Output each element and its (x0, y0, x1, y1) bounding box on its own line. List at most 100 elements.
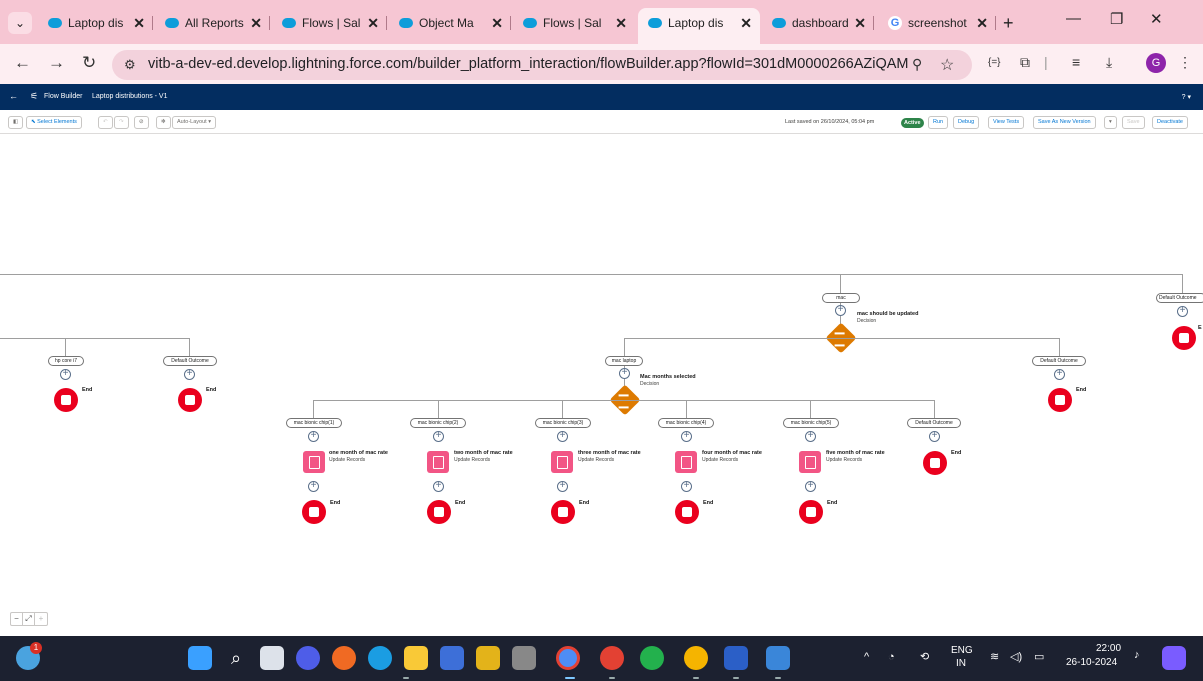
settings-gear-icon[interactable]: ✻ (156, 116, 171, 129)
save-button[interactable]: Save (1122, 116, 1145, 129)
deactivate-button[interactable]: Deactivate (1152, 116, 1188, 129)
add-element-icon[interactable]: + (308, 431, 319, 442)
browser-tab[interactable]: Flows | Sal ✕ (513, 8, 635, 38)
add-element-icon[interactable]: + (1177, 306, 1188, 317)
toggle-panel-icon[interactable]: ◧ (8, 116, 24, 129)
outcome-pill[interactable]: mac bionic chip(5) (783, 418, 839, 428)
add-element-icon[interactable]: + (929, 431, 940, 442)
volume-icon[interactable]: ◁) (1010, 650, 1022, 663)
back-arrow-icon[interactable]: ← (14, 53, 31, 73)
close-window-icon[interactable]: ✕ (1150, 10, 1163, 28)
chrome-icon[interactable] (600, 646, 624, 670)
chrome-icon[interactable] (684, 646, 708, 670)
outcome-pill[interactable]: hp core i7 (48, 356, 84, 366)
view-tests-button[interactable]: View Tests (988, 116, 1025, 129)
add-element-icon[interactable]: + (619, 368, 630, 379)
app-icon[interactable] (512, 646, 536, 670)
whatsapp-icon[interactable] (640, 646, 664, 670)
zoom-icon[interactable]: ⚲ (912, 56, 922, 73)
more-menu-icon[interactable]: ⋮ (1178, 54, 1192, 71)
end-node-icon[interactable] (799, 500, 823, 524)
zoom-in-icon[interactable]: + (35, 613, 47, 625)
add-element-icon[interactable]: + (805, 431, 816, 442)
clock-date[interactable]: 26-10-2024 (1066, 657, 1117, 668)
outcome-pill[interactable]: Default Outcome (1032, 356, 1086, 366)
defender-icon[interactable]: ◔ (888, 651, 895, 663)
new-tab-button[interactable]: + (1003, 8, 1014, 38)
clock-time[interactable]: 22:00 (1096, 643, 1121, 654)
sticky-app-icon[interactable] (476, 646, 500, 670)
bookmark-star-icon[interactable]: ☆ (940, 55, 954, 75)
address-bar[interactable]: ⚙ vitb-a-dev-ed.develop.lightning.force.… (112, 50, 972, 80)
chrome-icon[interactable] (556, 646, 580, 670)
copilot-icon[interactable] (1162, 646, 1186, 670)
download-icon[interactable]: ⤓ (1106, 54, 1112, 71)
add-element-icon[interactable]: + (835, 305, 846, 316)
minimize-icon[interactable]: — (1066, 10, 1081, 27)
flow-canvas[interactable]: mac + mac should be updated Decision Def… (0, 135, 1203, 636)
save-as-new-version-button[interactable]: Save As New Version (1033, 116, 1096, 129)
file-explorer-icon[interactable] (404, 646, 428, 670)
task-view-icon[interactable] (260, 646, 284, 670)
url-text[interactable]: vitb-a-dev-ed.develop.lightning.force.co… (148, 56, 908, 72)
battery-icon[interactable]: ▭ (1034, 650, 1044, 663)
extension-braces-icon[interactable]: {=} (988, 57, 1001, 68)
end-node-icon[interactable] (923, 451, 947, 475)
add-element-icon[interactable]: + (681, 431, 692, 442)
close-tab-icon[interactable]: ✕ (491, 8, 503, 38)
edge-icon[interactable] (368, 646, 392, 670)
meet-icon[interactable] (296, 646, 320, 670)
outcome-pill[interactable]: mac (822, 293, 860, 303)
redo-icon[interactable]: ↷ (114, 116, 129, 129)
auto-layout-select[interactable]: Auto-Layout ▾ (172, 116, 216, 129)
update-records-icon[interactable] (427, 451, 449, 473)
reload-icon[interactable]: ↻ (82, 53, 96, 73)
outcome-pill[interactable]: mac bionic chip(3) (535, 418, 591, 428)
debug-button[interactable]: Debug (953, 116, 980, 129)
save-menu-chevron-icon[interactable]: ▾ (1104, 116, 1117, 129)
end-node-icon[interactable] (551, 500, 575, 524)
end-node-icon[interactable] (675, 500, 699, 524)
profile-avatar[interactable]: G (1146, 53, 1166, 73)
add-element-icon[interactable]: + (184, 369, 195, 380)
end-node-icon[interactable] (427, 500, 451, 524)
add-element-icon[interactable]: + (681, 481, 692, 492)
fit-view-icon[interactable]: ⤢ (23, 613, 35, 625)
reading-list-icon[interactable]: ≡ (1072, 54, 1080, 70)
zoom-out-icon[interactable]: − (11, 613, 23, 625)
add-element-icon[interactable]: + (308, 481, 319, 492)
close-tab-icon[interactable]: ✕ (854, 8, 866, 38)
search-icon[interactable]: ⌕ (224, 646, 248, 670)
close-tab-icon[interactable]: ✕ (367, 8, 379, 38)
update-records-icon[interactable] (799, 451, 821, 473)
word-icon[interactable] (724, 646, 748, 670)
add-element-icon[interactable]: + (433, 481, 444, 492)
language-indicator[interactable]: ENG (951, 645, 973, 656)
close-tab-icon[interactable]: ✕ (976, 8, 988, 38)
end-node-icon[interactable] (1048, 388, 1072, 412)
add-element-icon[interactable]: + (557, 481, 568, 492)
site-info-icon[interactable]: ⚙ (124, 57, 136, 73)
browser-tab[interactable]: dashboard ✕ (762, 8, 874, 38)
region-indicator[interactable]: IN (956, 658, 966, 669)
outcome-pill[interactable]: Default Outcome (1156, 293, 1203, 303)
close-tab-icon[interactable]: ✕ (250, 8, 262, 38)
close-tab-icon[interactable]: ✕ (740, 8, 752, 38)
end-node-icon[interactable] (302, 500, 326, 524)
browser-tab-active[interactable]: Laptop dis ✕ (638, 8, 760, 44)
back-arrow-icon[interactable]: ← (9, 91, 18, 101)
browser-tab[interactable]: Laptop dis ✕ (38, 8, 153, 38)
restore-icon[interactable]: ❐ (1110, 10, 1123, 28)
end-node-icon[interactable] (1172, 326, 1196, 350)
close-tab-icon[interactable]: ✕ (133, 8, 145, 38)
wifi-icon[interactable]: ≋ (990, 650, 999, 663)
add-element-icon[interactable]: + (433, 431, 444, 442)
add-element-icon[interactable]: + (557, 431, 568, 442)
firefox-icon[interactable] (332, 646, 356, 670)
tab-search-chevron-icon[interactable]: ⌄ (8, 12, 32, 34)
notification-bell-icon[interactable]: ♪ (1134, 649, 1140, 661)
close-tab-icon[interactable]: ✕ (615, 8, 627, 38)
browser-tab[interactable]: Object Ma ✕ (389, 8, 511, 38)
update-records-icon[interactable] (551, 451, 573, 473)
windows-start-icon[interactable] (188, 646, 212, 670)
